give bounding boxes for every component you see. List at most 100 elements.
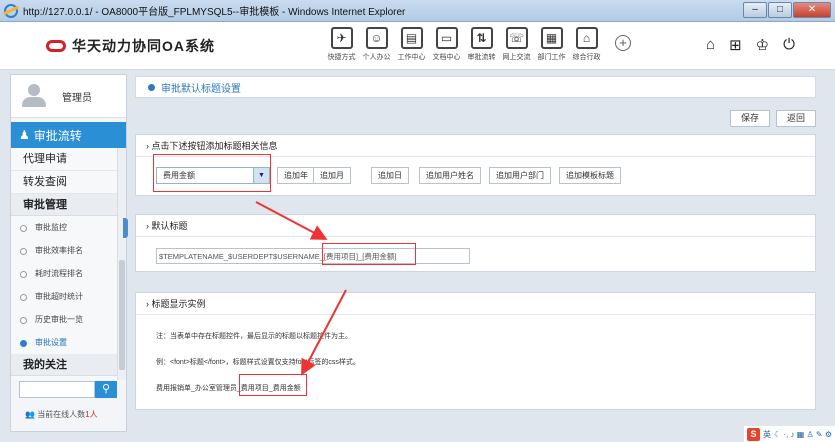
- module-bar: ✈ 快捷方式 ☺ 个人办公 ▤ 工作中心 ▭ 文档中心 ⇅ 审批流转 ☏ 网上交流 ▦ 部门工作 ⌂ 综合行政: [327, 27, 601, 62]
- breadcrumb-dot-icon: [148, 83, 155, 91]
- ime-language[interactable]: 英: [763, 429, 771, 440]
- save-button[interactable]: 保存: [729, 110, 770, 127]
- module-7[interactable]: ⌂ 综合行政: [572, 27, 601, 62]
- append-button-4[interactable]: 追加用户部门: [489, 167, 551, 184]
- breadcrumb: 审批默认标题设置: [135, 76, 816, 98]
- sidebar-menu: 代理申请 转发查阅 审批管理 审批监控 审批效率排名 耗时流程排名 审批超时统计 历史审…: [11, 148, 126, 380]
- page-title: 审批默认标题设置: [161, 83, 241, 95]
- flow-icon: ⇅: [470, 27, 493, 49]
- minimize-button[interactable]: –: [743, 2, 767, 18]
- module-label: 快捷方式: [327, 54, 356, 61]
- default-title-card: › 默认标题: [135, 214, 816, 272]
- sidebar-subitem[interactable]: 审批监控: [11, 216, 126, 239]
- example-heading: › 标题显示实例: [136, 293, 815, 315]
- users-icon: 👥: [25, 410, 38, 419]
- module-5[interactable]: ☏ 网上交流: [502, 27, 531, 62]
- grid-icon[interactable]: ⊞: [729, 36, 742, 54]
- title-template-input[interactable]: [156, 248, 470, 264]
- search-icon[interactable]: ⚲: [95, 381, 117, 398]
- sidebar-search-input[interactable]: [19, 381, 95, 398]
- note-text: 注：当表单中存在标题控件，最后显示的标题以标题控件为主。: [156, 333, 352, 340]
- tray-icons[interactable]: ☾ ·, ♪ ▦ ♙ ✎ ⚙: [774, 430, 832, 439]
- avatar: [22, 84, 46, 108]
- sidebar-scrollbar[interactable]: [117, 148, 126, 380]
- scrollbar-thumb[interactable]: [119, 260, 125, 370]
- sidebar-item-my-follow[interactable]: 我的关注: [11, 354, 126, 376]
- module-1[interactable]: ☺ 个人办公: [362, 27, 391, 62]
- window-controls: – □ ✕: [743, 2, 831, 18]
- add-module-icon[interactable]: +: [615, 35, 631, 51]
- module-label: 综合行政: [572, 54, 601, 61]
- field-select[interactable]: 费用金额 ▼: [156, 167, 270, 184]
- sidebar-subitem[interactable]: 审批设置: [11, 331, 126, 354]
- user-panel[interactable]: 管理员: [11, 75, 126, 118]
- example-highlight: 费用项目_费用金额: [240, 385, 301, 392]
- document-icon: ▭: [435, 27, 458, 49]
- example-card: › 标题显示实例 注：当表单中存在标题控件，最后显示的标题以标题控件为主。 例：…: [135, 292, 816, 410]
- ime-tray: S 英 ☾ ·, ♪ ▦ ♙ ✎ ⚙: [744, 426, 835, 442]
- maximize-button[interactable]: □: [768, 2, 792, 18]
- close-button[interactable]: ✕: [793, 2, 831, 18]
- module-label: 审批流转: [467, 54, 496, 61]
- person-icon: ☺: [365, 27, 388, 49]
- example-title: 费用报销单_办公室管理员_费用项目_费用金额: [156, 383, 301, 393]
- sidebar-subitem[interactable]: 审批效率排名: [11, 239, 126, 262]
- module-2[interactable]: ▤ 工作中心: [397, 27, 426, 62]
- app-title: 华天动力协同OA系统: [72, 38, 215, 54]
- add-info-card: › 点击下述按钮添加标题相关信息 费用金额 ▼ 追加年 追加月 追加日 追加用户姓名追…: [135, 134, 816, 196]
- chevron-down-icon[interactable]: ▼: [253, 168, 269, 183]
- append-button-2[interactable]: 追加日: [371, 167, 409, 184]
- online-suffix: 人: [89, 410, 98, 419]
- sidebar-subitem[interactable]: 耗时流程排名: [11, 262, 126, 285]
- user-name: 管理员: [62, 92, 92, 104]
- sidebar-subitem[interactable]: 历史审批一览: [11, 308, 126, 331]
- building-icon: ⌂: [575, 27, 598, 49]
- send-icon: ✈: [330, 27, 353, 49]
- person-icon: ♟: [19, 128, 30, 142]
- home-icon[interactable]: ⌂: [706, 36, 715, 54]
- append-button-5[interactable]: 追加模板标题: [559, 167, 621, 184]
- sidebar-item-forward[interactable]: 转发查阅: [11, 171, 126, 194]
- module-3[interactable]: ▭ 文档中心: [432, 27, 461, 62]
- append-button-3[interactable]: 追加用户姓名: [419, 167, 481, 184]
- window-title-bar: http://127.0.0.1/ - OA8000平台版_FPLMYSQL5-…: [0, 0, 835, 22]
- add-info-title: › 点击下述按钮添加标题相关信息: [136, 135, 815, 157]
- module-label: 个人办公: [362, 54, 391, 61]
- sidebar-subitem[interactable]: 审批超时统计: [11, 285, 126, 308]
- briefcase-icon: ▤: [400, 27, 423, 49]
- default-title-heading: › 默认标题: [136, 215, 815, 237]
- module-label: 文档中心: [432, 54, 461, 61]
- app-logo: 华天动力协同OA系统: [46, 36, 215, 56]
- online-users: 👥 当前在线人数1人: [25, 409, 98, 420]
- sogou-icon[interactable]: S: [747, 427, 760, 441]
- logo-mark-icon: [46, 40, 66, 52]
- sidebar: 管理员 ♟ 审批流转 代理申请 转发查阅 审批管理 审批监控 审批效率排名 耗时流程…: [10, 74, 127, 432]
- calendar-icon: ▦: [540, 27, 563, 49]
- action-buttons: 保存 返回: [729, 110, 816, 127]
- chat-icon: ☏: [505, 27, 528, 49]
- append-button-1[interactable]: 追加月: [313, 167, 351, 184]
- append-button-0[interactable]: 追加年: [277, 167, 315, 184]
- sidebar-item-proxy[interactable]: 代理申请: [11, 148, 126, 171]
- module-0[interactable]: ✈ 快捷方式: [327, 27, 356, 62]
- sidebar-search: ⚲: [19, 381, 117, 398]
- app-header: 华天动力协同OA系统 ✈ 快捷方式 ☺ 个人办公 ▤ 工作中心 ▭ 文档中心 ⇅ 审批流转 ☏ 网上交…: [0, 22, 835, 70]
- module-4[interactable]: ⇅ 审批流转: [467, 27, 496, 62]
- sidebar-section-title: 审批流转: [33, 128, 82, 143]
- power-icon[interactable]: ⏻: [783, 36, 795, 54]
- sidebar-collapse-handle[interactable]: [123, 218, 128, 238]
- online-label: 当前在线人数: [37, 410, 86, 419]
- example-prefix: 费用报销单_办公室管理员_: [156, 385, 241, 392]
- module-6[interactable]: ▦ 部门工作: [537, 27, 566, 62]
- ie-icon: [4, 3, 18, 18]
- sidebar-group-approval-mgmt[interactable]: 审批管理: [11, 194, 126, 216]
- shirt-icon[interactable]: ♔: [756, 36, 769, 54]
- module-label: 部门工作: [537, 54, 566, 61]
- module-label: 网上交流: [502, 54, 531, 61]
- back-button[interactable]: 返回: [775, 110, 816, 127]
- module-label: 工作中心: [397, 54, 426, 61]
- top-right-icons: ⌂ ⊞ ♔ ⏻: [706, 36, 795, 54]
- sidebar-section-header[interactable]: ♟ 审批流转: [11, 122, 126, 148]
- field-select-value: 费用金额: [163, 171, 195, 180]
- example-note-text: 例：<font>标题</font>，标题样式设置仅支持font标签的css样式。: [156, 359, 360, 366]
